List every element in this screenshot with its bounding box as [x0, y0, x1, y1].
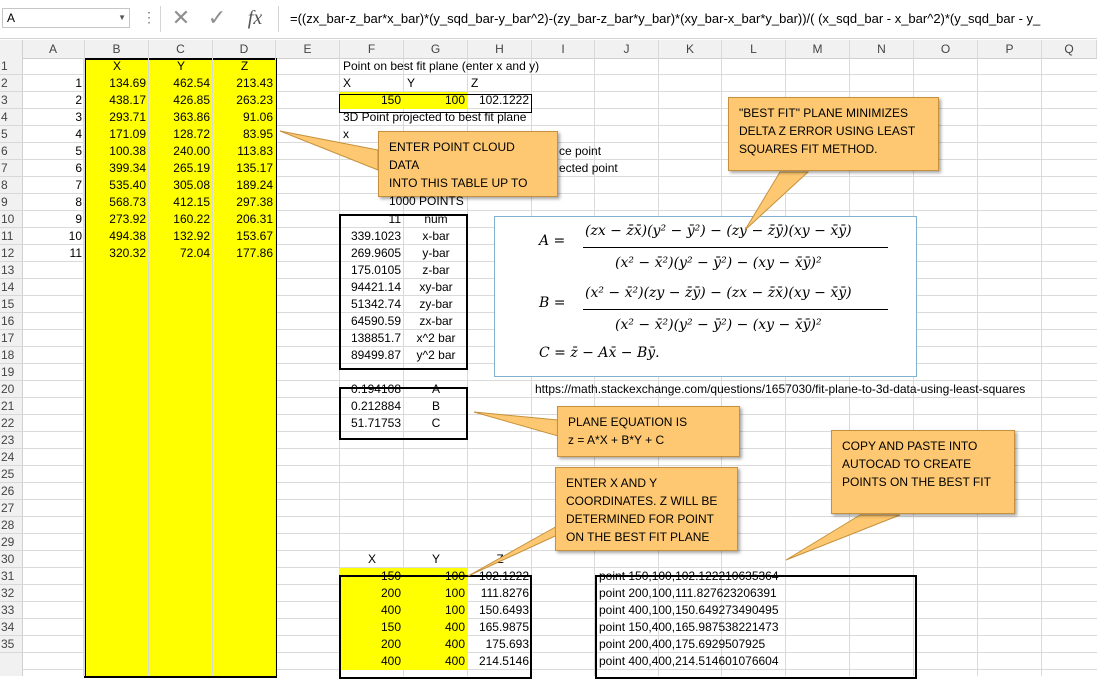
callout-line: 1000 POINTS: [389, 194, 464, 208]
callout-line: DELTA Z ERROR USING LEAST: [739, 124, 916, 138]
callout-line: SQUARES FIT METHOD.: [739, 142, 878, 156]
callout-line: INTO THIS TABLE UP TO: [389, 176, 528, 190]
callout-point-cloud: ENTER POINT CLOUD DATA INTO THIS TABLE U…: [378, 131, 558, 208]
callout-line: ENTER POINT CLOUD DATA: [389, 140, 515, 172]
callout-line: z = A*X + B*Y + C: [568, 433, 665, 447]
pointer-point-cloud: [279, 130, 379, 171]
callout-best-fit: "BEST FIT" PLANE MINIMIZES DELTA Z ERROR…: [728, 97, 939, 171]
callout-copy-paste: COPY AND PASTE INTO AUTOCAD TO CREATE PO…: [831, 430, 1015, 514]
callout-line: DETERMINED FOR POINT: [566, 512, 715, 526]
callout-line: "BEST FIT" PLANE MINIMIZES: [739, 106, 908, 120]
pointer-copy-paste: [785, 514, 901, 561]
pointer-plane-eq: [473, 411, 559, 437]
callout-line: ENTER X AND Y: [566, 476, 658, 490]
callout-line: PLANE EQUATION IS: [568, 415, 688, 429]
callout-line: COPY AND PASTE INTO: [842, 439, 978, 453]
callout-plane-equation: PLANE EQUATION IS z = A*X + B*Y + C: [557, 406, 740, 457]
callout-line: COORDINATES. Z WILL BE: [566, 494, 718, 508]
callout-line: POINTS ON THE BEST FIT: [842, 475, 991, 489]
pointer-best-fit: [744, 171, 810, 231]
callout-line: AUTOCAD TO CREATE: [842, 457, 972, 471]
callout-line: ON THE BEST FIT PLANE: [566, 530, 710, 544]
callout-enter-xy: ENTER X AND Y COORDINATES. Z WILL BE DET…: [555, 467, 738, 551]
